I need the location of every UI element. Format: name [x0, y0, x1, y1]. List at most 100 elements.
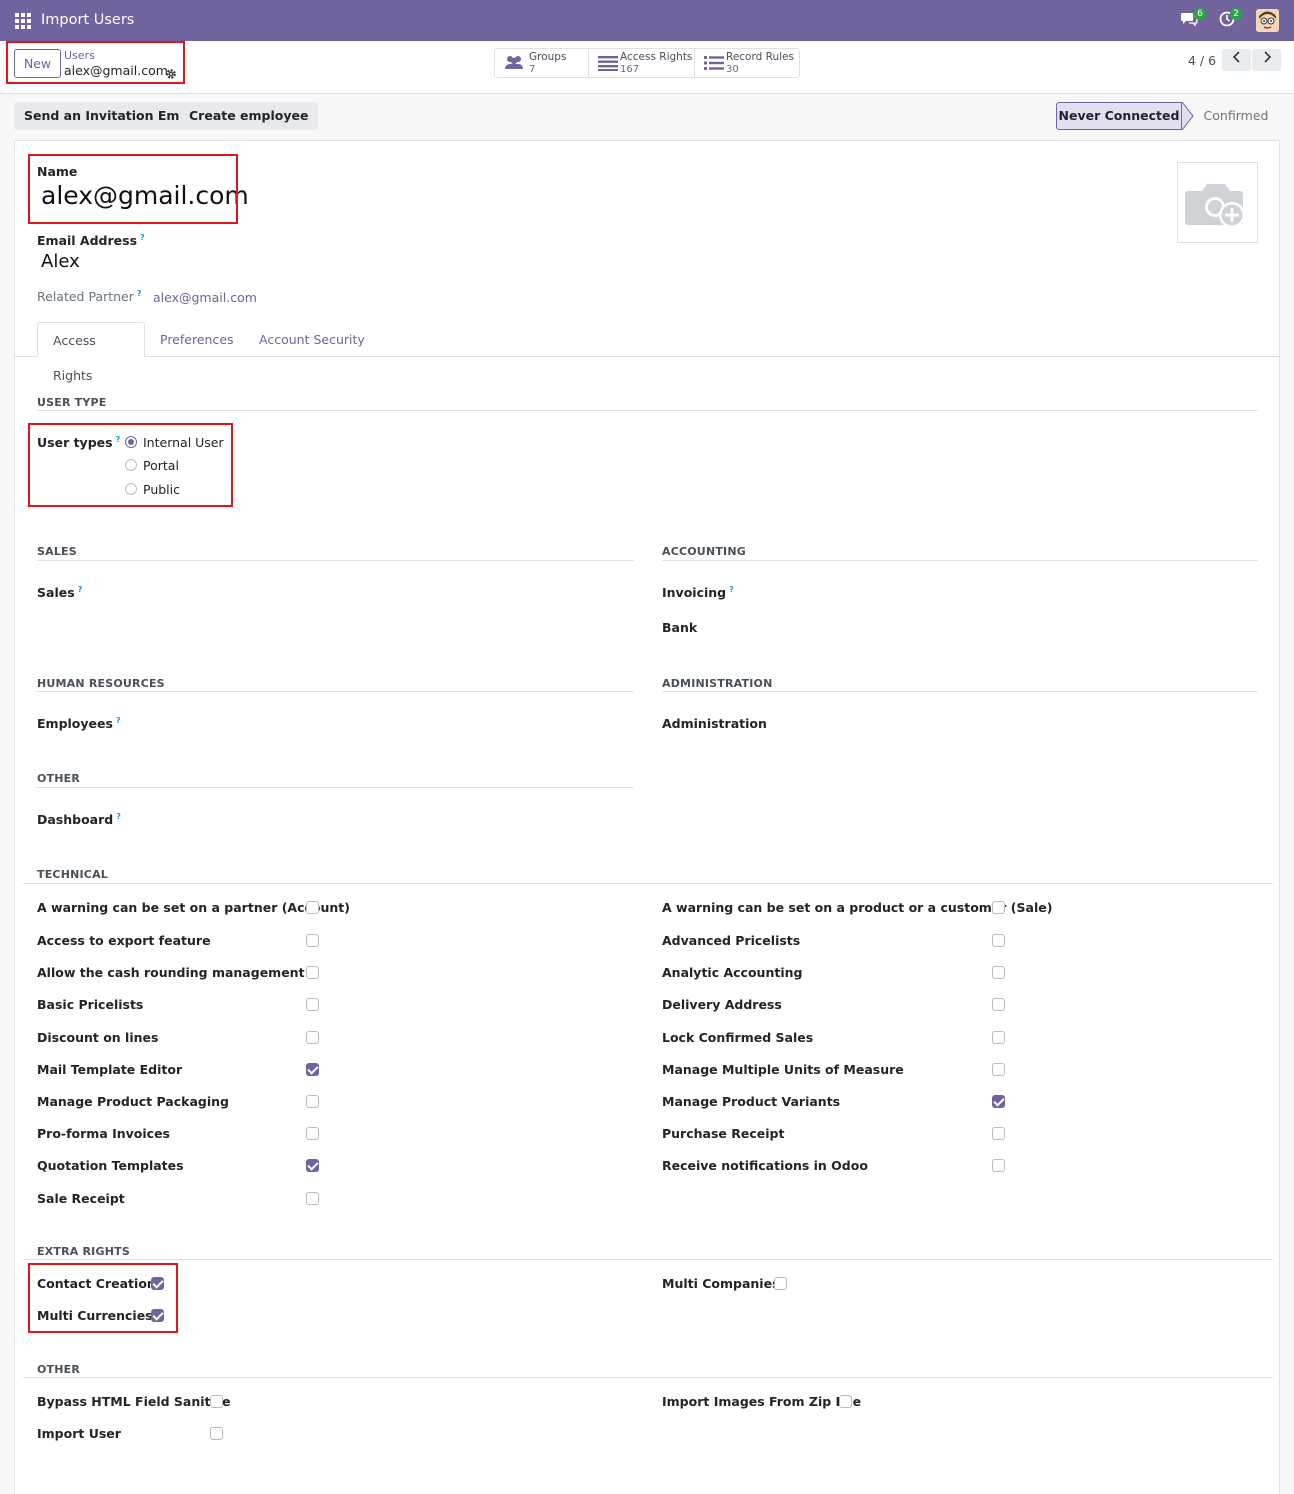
employees-label: Employees? — [37, 716, 121, 731]
tech-left-checkbox[interactable] — [306, 1127, 319, 1140]
tech-right-label: Receive notifications in Odoo — [662, 1158, 868, 1173]
tech-right-checkbox[interactable] — [992, 934, 1005, 947]
tech-right-checkbox[interactable] — [992, 998, 1005, 1011]
tech-left-label: Access to export feature — [37, 933, 211, 948]
tech-left-checkbox[interactable] — [306, 1192, 319, 1205]
employees-help-icon[interactable]: ? — [116, 716, 121, 725]
smart-button-groups[interactable]: Groups 7 — [495, 49, 589, 77]
chevron-left-icon — [1232, 51, 1240, 63]
section-separator — [23, 1377, 1273, 1378]
email-field[interactable]: Alex — [41, 251, 80, 272]
tech-right-checkbox[interactable] — [992, 966, 1005, 979]
tab-preferences[interactable]: Preferences — [145, 322, 249, 357]
tech-right-checkbox[interactable] — [992, 1063, 1005, 1076]
app-title[interactable]: Import Users — [41, 12, 134, 28]
tech-left-checkbox[interactable] — [306, 1095, 319, 1108]
chevron-right-icon — [1263, 51, 1271, 63]
multi-companies-label: Multi Companies — [662, 1276, 780, 1291]
highlight-box-user-types — [28, 423, 233, 507]
tech-right-checkbox[interactable] — [992, 1127, 1005, 1140]
import-images-zip-checkbox[interactable] — [839, 1395, 852, 1408]
pager-value[interactable]: 4 / 6 — [1188, 53, 1216, 68]
pager-next-button[interactable] — [1252, 49, 1281, 71]
top-navbar: Import Users 6 2 — [0, 0, 1294, 41]
tech-left-checkbox[interactable] — [306, 1159, 319, 1172]
tech-left-checkbox[interactable] — [306, 1063, 319, 1076]
tech-left-checkbox[interactable] — [306, 934, 319, 947]
tab-access-rights[interactable]: Access Rights — [37, 322, 145, 383]
tech-right-checkbox[interactable] — [992, 1095, 1005, 1108]
section-administration: ADMINISTRATION — [662, 677, 773, 690]
sales-help-icon[interactable]: ? — [78, 585, 83, 594]
smart-button-record-rules-count: 30 — [726, 64, 739, 75]
section-other-apps: OTHER — [37, 772, 81, 785]
users-group-icon — [504, 55, 524, 71]
tech-left-checkbox[interactable] — [306, 1031, 319, 1044]
smart-button-record-rules[interactable]: Record Rules 30 — [695, 49, 799, 77]
section-separator — [23, 883, 1273, 884]
smart-button-access-rights-label: Access Rights — [620, 51, 693, 63]
tech-left-label: Allow the cash rounding management — [37, 965, 305, 980]
section-human-resources: HUMAN RESOURCES — [37, 677, 165, 690]
tech-right-checkbox[interactable] — [992, 901, 1005, 914]
tech-left-checkbox[interactable] — [306, 901, 319, 914]
related-partner-link[interactable]: alex@gmail.com — [153, 290, 257, 305]
smart-button-access-rights[interactable]: Access Rights 167 — [589, 49, 695, 77]
administration-label: Administration — [662, 716, 767, 731]
sales-label: Sales? — [37, 585, 82, 600]
tech-left-checkbox[interactable] — [306, 998, 319, 1011]
tech-left-label: Discount on lines — [37, 1030, 159, 1045]
multi-companies-checkbox[interactable] — [774, 1277, 787, 1290]
control-panel: New Users alex@gmail.com Groups 7 Access… — [0, 41, 1294, 94]
avatar-upload[interactable] — [1177, 162, 1258, 243]
email-label-text: Email Address — [37, 233, 138, 248]
tab-account-security[interactable]: Account Security — [244, 322, 380, 357]
related-partner-label-text: Related Partner — [37, 289, 134, 304]
highlight-box-breadcrumb — [6, 41, 185, 84]
tech-right-checkbox[interactable] — [992, 1159, 1005, 1172]
status-confirmed[interactable]: Confirmed — [1192, 102, 1280, 130]
section-user-type: USER TYPE — [37, 396, 107, 409]
invoicing-label: Invoicing? — [662, 585, 734, 600]
import-images-zip-label: Import Images From Zip File — [662, 1394, 862, 1409]
tech-left-label: Manage Product Packaging — [37, 1094, 229, 1109]
smart-button-record-rules-label: Record Rules — [726, 51, 794, 63]
smart-buttons: Groups 7 Access Rights 167 Record Rules … — [494, 48, 800, 78]
tech-right-label: Lock Confirmed Sales — [662, 1030, 814, 1045]
section-separator — [23, 1259, 1273, 1260]
dashboard-label: Dashboard? — [37, 812, 121, 827]
smart-button-groups-count: 7 — [529, 64, 536, 75]
bypass-html-sanitize-checkbox[interactable] — [210, 1395, 223, 1408]
related-partner-help-icon[interactable]: ? — [137, 289, 142, 298]
dashboard-help-icon[interactable]: ? — [116, 812, 121, 821]
bypass-html-sanitize-label: Bypass HTML Field Sanitize — [37, 1394, 231, 1409]
create-employee-button[interactable]: Create employee — [179, 102, 319, 130]
pager-previous-button[interactable] — [1222, 49, 1251, 71]
tech-left-label: Quotation Templates — [37, 1158, 184, 1173]
activities-badge: 2 — [1230, 8, 1242, 20]
tech-right-label: Manage Product Variants — [662, 1094, 841, 1109]
tech-left-label: A warning can be set on a partner (Accou… — [37, 900, 350, 915]
send-invitation-email-button[interactable]: Send an Invitation Email — [14, 102, 207, 130]
smart-button-access-rights-count: 167 — [620, 64, 640, 75]
tech-left-label: Pro-forma Invoices — [37, 1126, 171, 1141]
highlight-box-extra-rights — [28, 1263, 178, 1333]
import-user-checkbox[interactable] — [210, 1427, 223, 1440]
invoicing-help-icon[interactable]: ? — [729, 585, 734, 594]
section-separator — [37, 410, 1258, 411]
smart-button-groups-label: Groups — [529, 51, 567, 63]
tech-left-label: Basic Pricelists — [37, 997, 144, 1012]
messages-badge: 6 — [1194, 8, 1206, 20]
tech-right-checkbox[interactable] — [992, 1031, 1005, 1044]
tech-left-checkbox[interactable] — [306, 966, 319, 979]
tech-right-label: Manage Multiple Units of Measure — [662, 1062, 904, 1077]
status-never-connected[interactable]: Never Connected — [1056, 102, 1182, 130]
camera-plus-icon — [1185, 184, 1245, 228]
user-avatar[interactable] — [1256, 9, 1279, 32]
section-extra-rights: EXTRA RIGHTS — [37, 1245, 130, 1258]
apps-menu-icon[interactable] — [15, 13, 31, 29]
email-help-icon[interactable]: ? — [140, 233, 145, 242]
tech-right-label: Analytic Accounting — [662, 965, 803, 980]
section-separator — [37, 691, 634, 692]
import-user-label: Import User — [37, 1426, 121, 1441]
